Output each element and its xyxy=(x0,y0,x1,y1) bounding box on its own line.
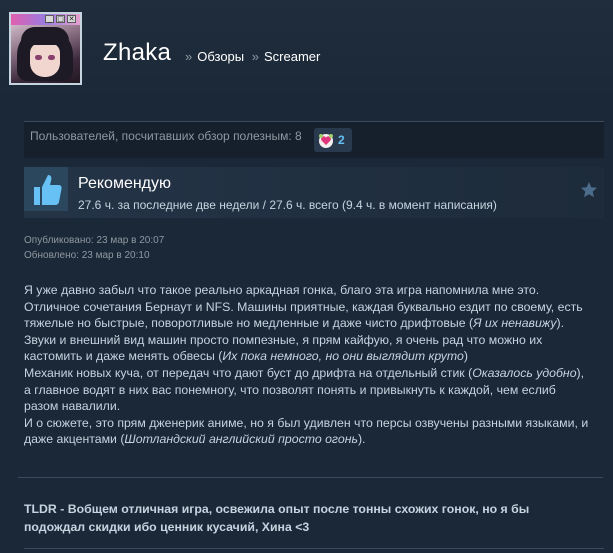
avatar-window-titlebar: _ □ ✕ xyxy=(11,14,80,25)
award-heart-icon xyxy=(319,134,333,148)
star-icon[interactable] xyxy=(580,181,598,199)
minimize-icon: _ xyxy=(45,15,54,23)
maximize-icon: □ xyxy=(56,15,65,23)
award-badge[interactable]: 2 xyxy=(314,128,352,152)
breadcrumb-game-link[interactable]: Screamer xyxy=(264,49,320,64)
avatar-image xyxy=(11,25,80,83)
helpful-count-text: Пользователей, посчитавших обзор полезны… xyxy=(30,129,302,143)
playtime-hours: 27.6 ч. за последние две недели / 27.6 ч… xyxy=(78,198,497,212)
recommendation-box: Рекомендую 27.6 ч. за последние две неде… xyxy=(24,167,604,218)
section-divider xyxy=(24,548,604,549)
breadcrumb-reviews-link[interactable]: Обзоры xyxy=(197,49,244,64)
username-link[interactable]: Zhaka xyxy=(103,39,171,67)
helpful-bar: Пользователей, посчитавших обзор полезны… xyxy=(24,121,604,158)
review-dates: Опубликовано: 23 мар в 20:07 Обновлено: … xyxy=(24,233,164,263)
tldr-text: TLDR - Вобщем отличная игра, освежила оп… xyxy=(24,502,530,534)
thumbs-up-box xyxy=(24,167,68,211)
review-paragraph: И о сюжете, это прям дженерик аниме, но … xyxy=(24,415,589,447)
breadcrumb: » Обзоры » Screamer xyxy=(182,49,320,64)
avatar[interactable]: _ □ ✕ xyxy=(9,12,82,85)
close-icon: ✕ xyxy=(67,15,76,23)
profile-header: _ □ ✕ Zhaka » Обзоры » Screamer xyxy=(0,0,613,105)
breadcrumb-separator: » xyxy=(251,49,259,64)
review-paragraph: Звуки и внешний вид машин просто помпезн… xyxy=(24,332,543,364)
award-count: 2 xyxy=(338,133,345,147)
breadcrumb-separator: » xyxy=(185,49,193,64)
recommendation-title: Рекомендую xyxy=(78,175,172,192)
published-date: Опубликовано: 23 мар в 20:07 xyxy=(24,235,165,246)
updated-date: Обновлено: 23 мар в 20:10 xyxy=(24,250,150,261)
review-paragraph: Я уже давно забыл что такое реально арка… xyxy=(24,283,583,331)
review-paragraph: Механик новых куча, от передач что дают … xyxy=(24,365,585,414)
thumbs-up-icon xyxy=(34,175,62,205)
review-body: Я уже давно забыл что такое реально арка… xyxy=(24,282,592,448)
section-divider xyxy=(18,477,603,478)
